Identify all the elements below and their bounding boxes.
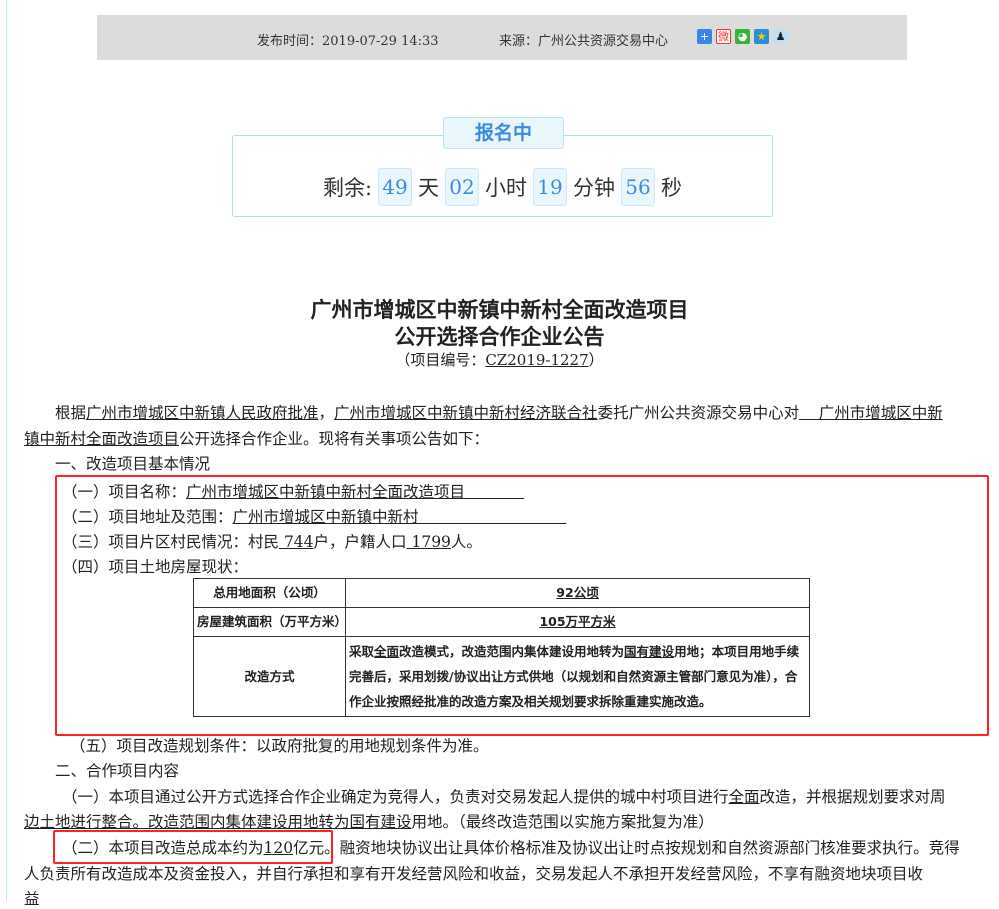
intro-line2: 镇中新村全面改造项目公开选择合作企业。现将有关事项公告如下：	[24, 427, 489, 449]
wechat-icon[interactable]: ◕	[735, 29, 750, 44]
countdown-prefix: 剩余:	[322, 176, 373, 200]
section1-heading: 一、改造项目基本情况	[55, 455, 211, 473]
intro-line1: 根据广州市增城区中新镇人民政府批准，广州市增城区中新镇中新村经济联合社委托广州公…	[55, 401, 943, 423]
t: 广州市增城区中新镇人民政府批准	[86, 404, 319, 422]
countdown-row: 剩余: 49 天 02 小时 19 分钟 56 秒	[233, 168, 772, 206]
days-unit: 天	[418, 176, 440, 200]
t: 1799	[406, 533, 451, 551]
qq-icon[interactable]: ♟	[773, 29, 788, 44]
status-badge: 报名中	[443, 117, 564, 149]
s2-p1-line1: （一）本项目通过公开方式选择合作企业确定为竞得人，负责对交易发起人提供的城中村项…	[62, 785, 946, 807]
t: 全面	[374, 644, 400, 659]
cell: 105万平方米	[345, 607, 810, 637]
land-status-table: 总用地面积（公顷） 92公顷 房屋建筑面积（万平方米） 105万平方米 改造方式 采取…	[193, 578, 810, 717]
t: 改造模式，改造范围内集体建设用地转为	[399, 644, 625, 659]
countdown-days: 49	[378, 168, 413, 206]
hours-unit: 小时	[485, 176, 528, 200]
countdown-minutes: 19	[533, 168, 568, 206]
t: 镇中新村全面改造项目	[24, 430, 180, 448]
t: 人。	[450, 533, 482, 551]
t: 105万平方米	[539, 614, 616, 629]
article-meta-bar: 发布时间：2019-07-29 14:33 来源：广州公共资源交易中心 + 微 …	[97, 15, 907, 60]
page-border	[6, 0, 7, 901]
item4: （四）项目土地房屋现状：	[62, 558, 249, 576]
page-title: 广州市增城区中新镇中新村全面改造项目	[310, 297, 689, 322]
table-row: 房屋建筑面积（万平方米） 105万平方米	[193, 607, 810, 637]
t: 根据	[55, 404, 87, 422]
weibo-icon[interactable]: 微	[716, 29, 731, 44]
item3: （三）项目片区村民情况：村民 744户，户籍人口 1799人。	[62, 530, 482, 552]
t: （二）项目地址及范围：	[62, 508, 233, 526]
s2-p2-line1: （二）本项目改造总成本约为120亿元。融资地块协议出让具体价格标准及协议出让时点…	[62, 836, 960, 858]
share-icons: + 微 ◕ ★ ♟	[697, 29, 788, 44]
t: 744	[279, 533, 314, 551]
seconds-unit: 秒	[661, 176, 683, 200]
t: 户，户籍人口	[313, 533, 407, 551]
t: （一）本项目通过公开方式选择合作企业确定为竞得人，负责对交易发起人提供的城中村项…	[62, 788, 729, 806]
cell: 采取全面改造模式，改造范围内集体建设用地转为国有建设用地；本项目用地手续完善后，…	[345, 636, 810, 717]
t: 。现将有关事项公告如下：	[303, 430, 490, 448]
t: 广州市增城区中新镇中新村全面改造项目	[186, 483, 525, 501]
countdown-hours: 02	[445, 168, 480, 206]
plus-share-icon[interactable]: +	[697, 29, 712, 44]
t: 用地。（最终改造范围以实施方案批复为准）	[411, 813, 714, 831]
t: 92公顷	[556, 585, 599, 600]
total-cost: 120	[263, 839, 294, 857]
qzone-icon[interactable]: ★	[754, 29, 769, 44]
t: 广州市增城区中新镇中新村经济联合社	[334, 404, 598, 422]
t: （一）项目名称：	[62, 483, 187, 501]
t: 广州市增城区中新	[799, 404, 943, 422]
project-code: （项目编号：CZ2019-1227）	[0, 349, 999, 370]
t: 亿元。	[293, 839, 340, 857]
t: 委托广州公共资源交易中心对	[597, 404, 800, 422]
t: 全面	[728, 788, 760, 806]
t: 改造，并根据规划要求对周	[759, 788, 946, 806]
t: 广州市增城区中新镇中新村	[232, 508, 567, 526]
table-row: 总用地面积（公顷） 92公顷	[193, 578, 810, 608]
t: （二）本项目改造总成本约为	[62, 839, 264, 857]
countdown-seconds: 56	[621, 168, 656, 206]
cell: 总用地面积（公顷）	[193, 578, 346, 608]
t: 公开选择合作企业	[179, 430, 304, 448]
code-value: CZ2019-1227	[485, 351, 589, 369]
t: 融资地块协议出让具体价格标准及协议出让时点按规划和自然资源部门核准要求执行。竞得	[339, 839, 960, 857]
cell: 房屋建筑面积（万平方米）	[193, 607, 347, 637]
s2-p2-line2: 人负责所有改造成本及资金投入，并自行承担和享有开发经营风险和收益，交易发起人不承…	[24, 865, 924, 883]
item1: （一）项目名称：广州市增城区中新镇中新村全面改造项目	[62, 480, 524, 502]
section2-heading: 二、合作项目内容	[55, 762, 180, 780]
t: 国有建设	[349, 813, 412, 831]
table-row: 改造方式 采取全面改造模式，改造范围内集体建设用地转为国有建设用地；本项目用地手续…	[193, 636, 810, 717]
code-suffix: ）	[588, 351, 604, 369]
item5: （五）项目改造规划条件：以政府批复的用地规划条件为准。	[70, 737, 489, 755]
t: 采取	[349, 644, 375, 659]
item2: （二）项目地址及范围：广州市增城区中新镇中新村	[62, 505, 566, 527]
cell: 92公顷	[345, 578, 810, 608]
cell: 改造方式	[193, 636, 346, 717]
s2-p2-line3: 益	[24, 890, 40, 908]
source: 来源：广州公共资源交易中心	[499, 34, 669, 49]
publish-time: 发布时间：2019-07-29 14:33	[257, 34, 439, 49]
t: 边土地进行整合。改造范围内集体建设用地转为	[24, 813, 350, 831]
s2-p1-line2: 边土地进行整合。改造范围内集体建设用地转为国有建设用地。（最终改造范围以实施方案…	[24, 810, 714, 832]
t: （三）项目片区村民情况：村民	[62, 533, 280, 551]
minutes-unit: 分钟	[573, 176, 616, 200]
code-prefix: （项目编号：	[395, 351, 486, 369]
t: 国有建设	[624, 644, 675, 659]
page-subtitle: 公开选择合作企业公告	[394, 324, 605, 349]
t: ，	[318, 404, 335, 422]
